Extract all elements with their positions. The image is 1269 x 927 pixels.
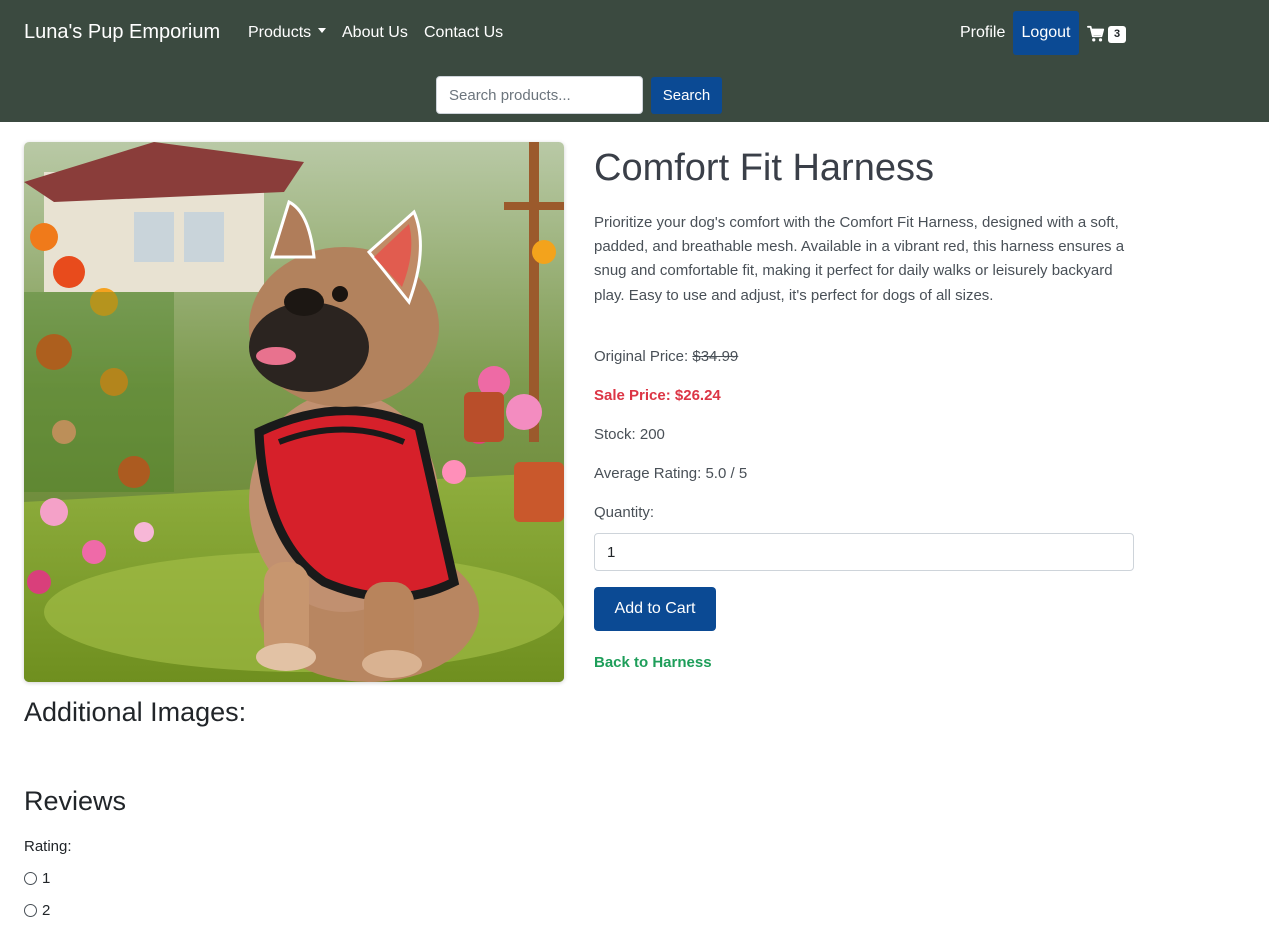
product-image [24,142,564,682]
quantity-label: Quantity: [594,504,655,521]
quantity-input[interactable] [594,533,1134,571]
top-navbar: Luna's Pup Emporium Products About Us Co… [0,0,1269,122]
reviews-heading: Reviews [24,786,127,816]
add-to-cart-button[interactable]: Add to Cart [594,587,716,631]
radio-icon[interactable] [24,904,37,917]
cart-count-badge: 3 [1108,25,1126,43]
additional-images-heading: Additional Images: [24,697,247,727]
nav-contact-us[interactable]: Contact Us [424,24,503,42]
brand-logo[interactable]: Luna's Pup Emporium [24,21,220,44]
product-photo-french-bulldog [24,142,564,682]
product-title: Comfort Fit Harness [594,147,934,189]
sale-price: Sale Price: $26.24 [594,387,721,404]
nav-products-label: Products [248,24,312,41]
rating-option-label: 1 [42,870,51,887]
rating-option-label: 2 [42,902,51,919]
nav-products-dropdown[interactable]: Products [248,24,327,42]
search-button[interactable]: Search [651,77,722,114]
nav-profile[interactable]: Profile [960,24,1005,42]
average-rating: Average Rating: 5.0 / 5 [594,465,748,482]
logout-button[interactable]: Logout [1013,11,1079,55]
product-description: Prioritize your dog's comfort with the C… [594,214,1125,304]
stock-count: Stock: 200 [594,426,665,443]
original-price-label: Original Price: [594,348,689,365]
rating-option-1[interactable]: 1 [24,870,50,887]
original-price: Original Price: $34.99 [594,348,738,365]
back-to-harness-link[interactable]: Back to Harness [594,654,712,671]
rating-label: Rating: [24,838,72,855]
original-price-value: $34.99 [692,348,739,365]
cart-icon [1087,25,1105,42]
rating-option-2[interactable]: 2 [24,902,50,919]
cart-button[interactable]: 3 [1087,23,1126,45]
radio-icon[interactable] [24,872,37,885]
search-input[interactable] [436,76,643,114]
nav-about-us[interactable]: About Us [342,24,408,42]
caret-down-icon [318,28,327,34]
